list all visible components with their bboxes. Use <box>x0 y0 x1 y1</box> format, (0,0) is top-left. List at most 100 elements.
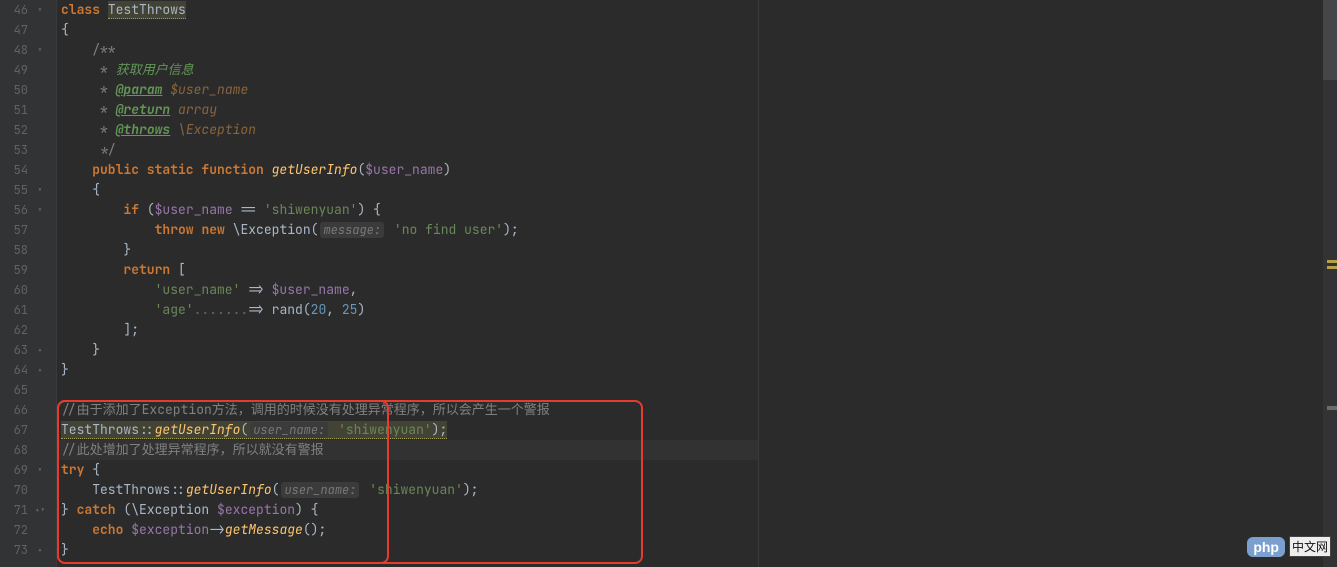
fold-toggle[interactable]: ▾ <box>32 206 48 215</box>
paren: ); <box>463 481 479 498</box>
indent <box>61 81 100 98</box>
brace: } <box>61 501 77 518</box>
line-number: 57 <box>0 220 32 240</box>
fold-toggle[interactable]: ▴ <box>32 346 48 355</box>
line-number: 59 <box>0 260 32 280</box>
php-logo-icon: php <box>1247 537 1285 557</box>
code-line[interactable]: try { <box>57 460 758 480</box>
line-number: 49 <box>0 60 32 80</box>
code-line[interactable]: 'age'.......=> rand(20, 25) <box>57 300 758 320</box>
arrow: -> <box>209 521 225 538</box>
paren: ) { <box>357 201 380 218</box>
edit-marker[interactable] <box>1327 406 1337 410</box>
code-line[interactable]: echo $exception->getMessage(); <box>57 520 758 540</box>
code-line[interactable]: { <box>57 20 758 40</box>
gutter: 46▾4748▾49505152535455▾56▾57585960616263… <box>0 0 57 567</box>
code-line[interactable]: TestThrows::getUserInfo(user_name: 'shiw… <box>57 480 758 500</box>
keyword-catch: catch <box>77 501 116 518</box>
brace: { <box>61 21 69 38</box>
paren: ) <box>357 301 365 318</box>
line-number: 73 <box>0 540 32 560</box>
indent <box>61 201 123 218</box>
code-area[interactable]: class TestThrows { /** * 获取用户信息 * @param… <box>57 0 758 567</box>
class-ref: TestThrows:: <box>61 421 155 438</box>
indent <box>61 261 123 278</box>
code-line-current[interactable]: //此处增加了处理异常程序，所以就没有警报 <box>57 440 758 460</box>
var: $user_name <box>155 201 233 218</box>
comment: //由于添加了Exception方法，调用的时候没有处理异常程序，所以会产生一个… <box>61 401 550 418</box>
paren: ( <box>240 421 248 438</box>
minimap-scrollbar[interactable] <box>1323 0 1337 567</box>
indent <box>61 281 155 298</box>
code-line[interactable]: { <box>57 180 758 200</box>
var: $user_name <box>272 281 350 298</box>
align-dots: ....... <box>194 301 249 318</box>
code-line[interactable]: } <box>57 240 758 260</box>
fold-toggle[interactable]: ▾ <box>32 46 48 55</box>
line-number: 72 <box>0 520 32 540</box>
code-line[interactable]: } <box>57 360 758 380</box>
code-line[interactable]: * 获取用户信息 <box>57 60 758 80</box>
var: $exception <box>217 501 295 518</box>
code-line[interactable]: class TestThrows <box>57 0 758 20</box>
var: $exception <box>131 521 209 538</box>
brace: } <box>61 541 69 558</box>
code-line[interactable]: throw new \Exception(message: 'no find u… <box>57 220 758 240</box>
indent <box>61 221 155 238</box>
paren: ( <box>303 301 311 318</box>
exception-class: \Exception <box>131 501 217 518</box>
indent <box>61 181 92 198</box>
arrow: => <box>240 281 271 298</box>
fn-call: rand <box>272 301 303 318</box>
code-line[interactable]: ]; <box>57 320 758 340</box>
arrow: => <box>248 301 271 318</box>
line-number: 60 <box>0 280 32 300</box>
keyword-throw: throw <box>155 221 194 238</box>
code-line[interactable]: */ <box>57 140 758 160</box>
line-number: 70 <box>0 480 32 500</box>
code-line[interactable]: if ($user_name == 'shiwenyuan') { <box>57 200 758 220</box>
keyword-new: new <box>201 221 224 238</box>
number: 20 <box>311 301 327 318</box>
brace: } <box>61 361 69 378</box>
code-line[interactable]: } catch (\Exception $exception) { <box>57 500 758 520</box>
scroll-thumb[interactable] <box>1323 0 1337 80</box>
logo-text: 中文网 <box>1289 536 1331 557</box>
code-line[interactable] <box>57 380 758 400</box>
doc-param: $user_name <box>162 81 248 98</box>
warning-marker[interactable] <box>1327 260 1337 263</box>
code-editor[interactable]: 46▾4748▾49505152535455▾56▾57585960616263… <box>0 0 759 567</box>
code-line[interactable]: * @param $user_name <box>57 80 758 100</box>
doc-text: 获取用户信息 <box>116 61 194 78</box>
fold-toggle[interactable]: ▾ <box>32 466 48 475</box>
fold-toggle[interactable]: ▴ <box>32 546 48 555</box>
line-number: 56 <box>0 200 32 220</box>
code-line[interactable]: } <box>57 540 758 560</box>
code-line[interactable]: //由于添加了Exception方法，调用的时候没有处理异常程序，所以会产生一个… <box>57 400 758 420</box>
doc-star: * <box>100 81 116 98</box>
code-line[interactable]: public static function getUserInfo($user… <box>57 160 758 180</box>
paren: ); <box>503 221 519 238</box>
paren: ) <box>443 161 451 178</box>
comment: //此处增加了处理异常程序，所以就没有警报 <box>61 441 324 458</box>
code-line[interactable]: 'user_name' => $user_name, <box>57 280 758 300</box>
brace: } <box>123 241 131 258</box>
fold-toggle[interactable]: ▴▾ <box>32 506 48 515</box>
line-number: 65 <box>0 380 32 400</box>
param-var: $user_name <box>365 161 443 178</box>
keyword-if: if <box>123 201 139 218</box>
warning-marker[interactable] <box>1327 266 1337 269</box>
function-name: getUserInfo <box>272 161 358 178</box>
code-line[interactable]: * @throws \Exception <box>57 120 758 140</box>
fold-toggle[interactable]: ▾ <box>32 6 48 15</box>
fold-toggle[interactable]: ▾ <box>32 186 48 195</box>
code-line[interactable]: * @return array <box>57 100 758 120</box>
brace: { <box>84 461 100 478</box>
fold-toggle[interactable]: ▴ <box>32 366 48 375</box>
code-line[interactable]: } <box>57 340 758 360</box>
doc-throws: \Exception <box>170 121 256 138</box>
line-number: 53 <box>0 140 32 160</box>
code-line[interactable]: TestThrows::getUserInfo(user_name: 'shiw… <box>57 420 758 440</box>
code-line[interactable]: return [ <box>57 260 758 280</box>
code-line[interactable]: /** <box>57 40 758 60</box>
